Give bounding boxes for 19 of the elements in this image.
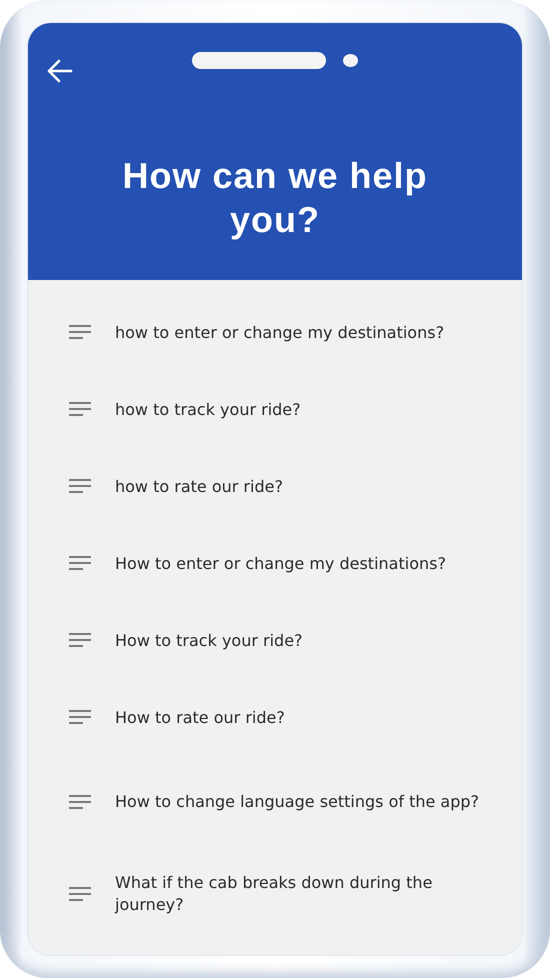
- text-lines-icon: [69, 402, 91, 417]
- text-lines-icon: [69, 325, 91, 340]
- back-arrow-icon[interactable]: [47, 59, 73, 83]
- text-lines-icon: [69, 794, 91, 810]
- page-title: How can we help you?: [121, 154, 429, 242]
- faq-item[interactable]: How to change language settings of the app?: [28, 756, 522, 848]
- faq-item[interactable]: How to rate our ride?: [28, 679, 522, 756]
- faq-item[interactable]: What if the cab breaks down during the journey?: [28, 848, 522, 940]
- faq-item[interactable]: How to enter or change my destinations?: [28, 525, 522, 602]
- faq-item[interactable]: how to enter or change my destinations?: [28, 294, 522, 371]
- camera-dot: [343, 54, 358, 67]
- faq-item[interactable]: How to track your ride?: [28, 602, 522, 679]
- text-lines-icon: [69, 710, 91, 725]
- text-lines-icon: [69, 556, 91, 571]
- text-lines-icon: [69, 479, 91, 494]
- faq-item[interactable]: how to rate our ride?: [28, 448, 522, 525]
- text-lines-icon: [69, 633, 91, 648]
- text-lines-icon: [69, 886, 91, 902]
- faq-item[interactable]: how to track your ride?: [28, 371, 522, 448]
